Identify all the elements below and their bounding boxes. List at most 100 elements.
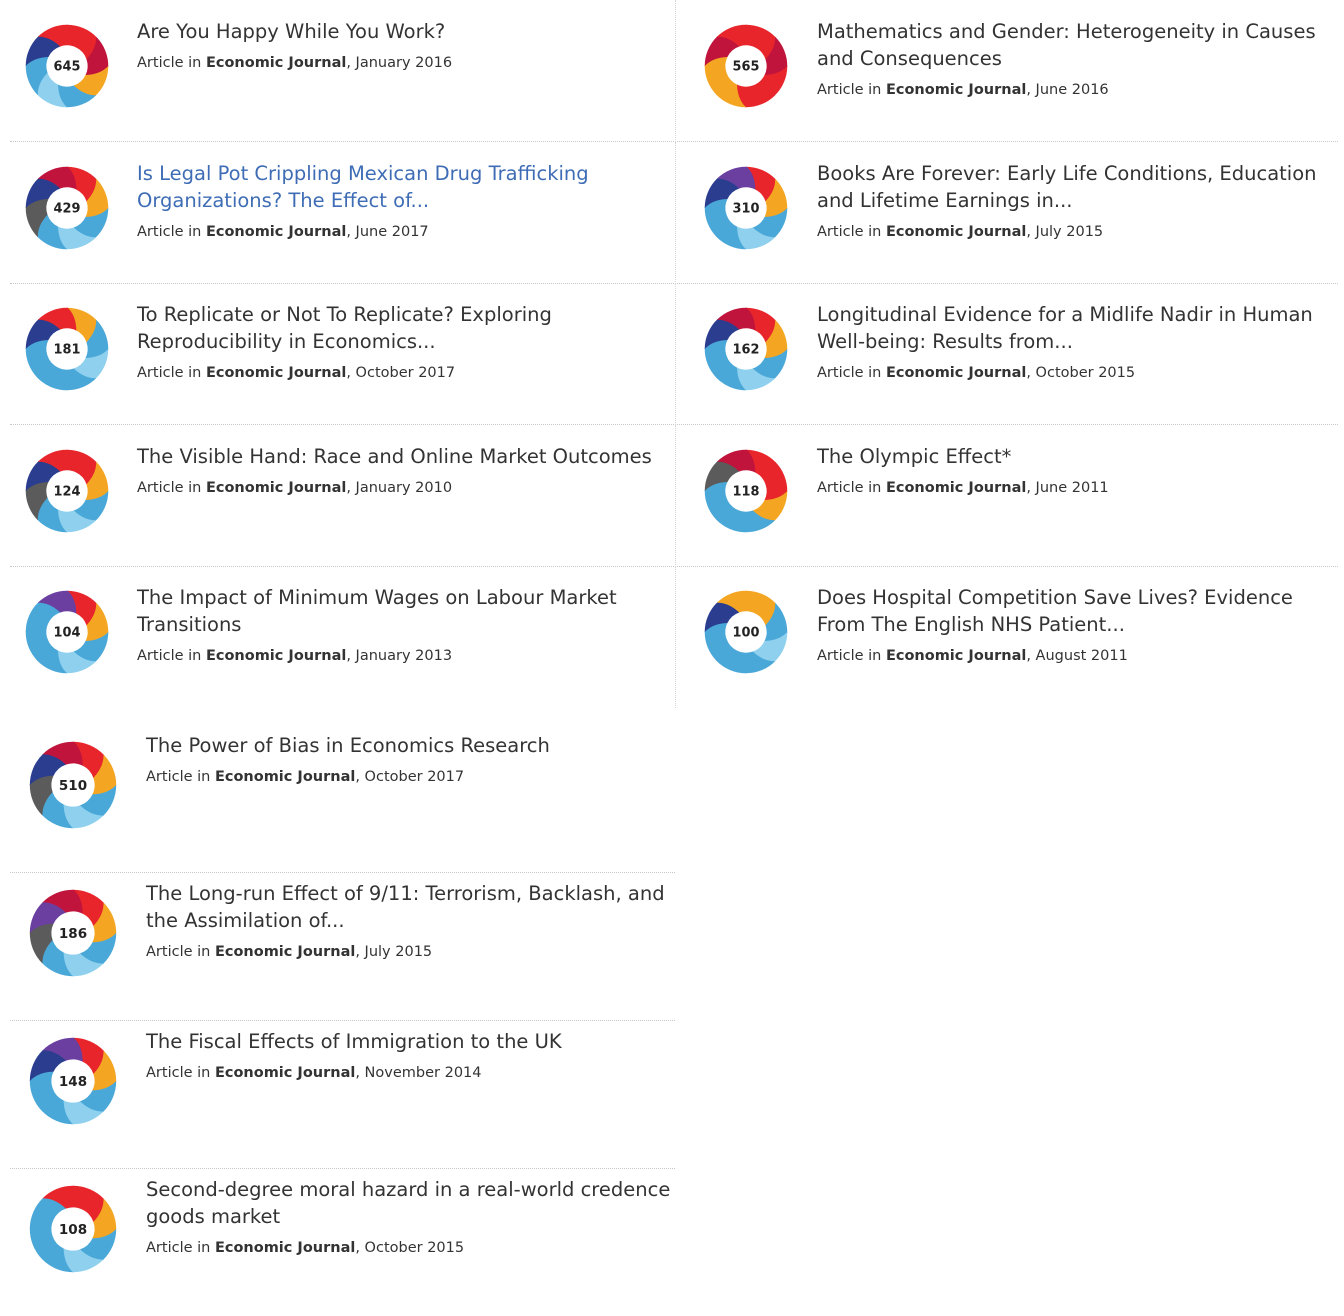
article-title-link[interactable]: Is Legal Pot Crippling Mexican Drug Traf… <box>137 160 667 214</box>
publication-date: , November 2014 <box>355 1065 482 1081</box>
article-title-link[interactable]: The Long-run Effect of 9/11: Terrorism, … <box>146 880 671 934</box>
article-title-link[interactable]: The Power of Bias in Economics Research <box>146 732 671 759</box>
altmetric-badge[interactable]: 118 <box>703 448 789 534</box>
article-text: Mathematics and Gender: Heterogeneity in… <box>817 18 1342 100</box>
article-card[interactable]: 104 The Impact of Minimum Wages on Labour… <box>10 566 674 708</box>
article-meta: Article in Economic Journal, June 2016 <box>817 80 1342 100</box>
altmetric-badge[interactable]: 100 <box>703 589 789 675</box>
article-text: The Olympic Effect* Article in Economic J… <box>817 443 1342 498</box>
article-card[interactable]: 108 Second-degree moral hazard in a real-… <box>10 1168 675 1316</box>
article-title-link[interactable]: To Replicate or Not To Replicate? Explor… <box>137 301 667 355</box>
article-type: Article in <box>137 223 206 240</box>
altmetric-donut-icon[interactable]: 181 <box>24 306 110 392</box>
altmetric-score: 162 <box>733 343 760 358</box>
article-text: To Replicate or Not To Replicate? Explor… <box>137 301 667 383</box>
article-meta: Article in Economic Journal, June 2017 <box>137 222 667 242</box>
altmetric-score: 645 <box>54 60 81 75</box>
article-card[interactable]: 186 The Long-run Effect of 9/11: Terroris… <box>10 872 675 1021</box>
article-title-link[interactable]: Books Are Forever: Early Life Conditions… <box>817 160 1342 214</box>
article-title-link[interactable]: The Olympic Effect* <box>817 443 1342 470</box>
altmetric-donut-icon[interactable]: 108 <box>28 1184 118 1274</box>
altmetric-badge[interactable]: 181 <box>24 306 110 392</box>
article-row: 429 Is Legal Pot Crippling Mexican Drug T… <box>10 141 1342 284</box>
article-type: Article in <box>817 223 886 240</box>
article-type: Article in <box>817 365 886 381</box>
altmetric-donut-icon[interactable]: 645 <box>24 23 110 109</box>
altmetric-donut-icon[interactable]: 162 <box>703 306 789 392</box>
altmetric-score: 148 <box>59 1074 87 1090</box>
article-text: The Impact of Minimum Wages on Labour Ma… <box>137 584 667 666</box>
article-title-link[interactable]: Mathematics and Gender: Heterogeneity in… <box>817 18 1342 72</box>
altmetric-badge[interactable]: 310 <box>703 165 789 251</box>
article-meta: Article in Economic Journal, October 201… <box>146 1238 671 1258</box>
article-title-link[interactable]: Are You Happy While You Work? <box>137 18 667 45</box>
article-card[interactable]: 510 The Power of Bias in Economics Resear… <box>10 724 675 873</box>
article-type: Article in <box>817 82 886 98</box>
publication-date: , January 2013 <box>346 648 453 664</box>
altmetric-donut-icon[interactable]: 565 <box>703 23 789 109</box>
article-type: Article in <box>137 55 206 71</box>
altmetric-donut-icon[interactable]: 100 <box>703 589 789 675</box>
article-text: The Fiscal Effects of Immigration to the… <box>146 1028 671 1083</box>
altmetric-donut-icon[interactable]: 510 <box>28 740 118 830</box>
altmetric-badge[interactable]: 645 <box>24 23 110 109</box>
article-card[interactable]: 181 To Replicate or Not To Replicate? Exp… <box>10 283 674 425</box>
article-card[interactable]: 310 Books Are Forever: Early Life Conditi… <box>675 141 1342 284</box>
altmetric-donut-icon[interactable]: 310 <box>703 165 789 251</box>
article-row: 645 Are You Happy While You Work? Article … <box>10 0 1338 142</box>
journal-name: Economic Journal <box>205 479 347 496</box>
article-type: Article in <box>817 479 886 496</box>
journal-name: Economic Journal <box>214 769 356 785</box>
altmetric-donut-icon[interactable]: 124 <box>24 448 110 534</box>
article-title-link[interactable]: The Fiscal Effects of Immigration to the… <box>146 1028 671 1055</box>
altmetric-badge[interactable]: 108 <box>28 1184 118 1274</box>
article-meta: Article in Economic Journal, June 2011 <box>817 478 1342 498</box>
article-title-link[interactable]: Longitudinal Evidence for a Midlife Nadi… <box>817 301 1342 355</box>
article-card[interactable]: 162 Longitudinal Evidence for a Midlife N… <box>675 283 1340 425</box>
altmetric-score: 310 <box>733 201 760 216</box>
publication-date: , July 2015 <box>1026 223 1104 240</box>
altmetric-badge[interactable]: 186 <box>28 888 118 978</box>
altmetric-badge[interactable]: 510 <box>28 740 118 830</box>
article-card[interactable]: 118 The Olympic Effect* Article in Economi… <box>675 424 1342 567</box>
article-title-link[interactable]: Does Hospital Competition Save Lives? Ev… <box>817 584 1342 638</box>
article-card[interactable]: 565 Mathematics and Gender: Heterogeneity… <box>675 0 1340 142</box>
article-card[interactable]: 148 The Fiscal Effects of Immigration to … <box>10 1020 675 1169</box>
article-card[interactable]: 124 The Visible Hand: Race and Online Mar… <box>10 425 674 567</box>
altmetric-score: 429 <box>54 201 81 216</box>
publication-date: , June 2011 <box>1026 479 1109 496</box>
publication-date: , August 2011 <box>1026 648 1128 664</box>
article-type: Article in <box>146 1065 215 1081</box>
article-title-link[interactable]: The Visible Hand: Race and Online Market… <box>137 443 667 470</box>
article-meta: Article in Economic Journal, November 20… <box>146 1063 671 1083</box>
journal-name: Economic Journal <box>205 55 347 71</box>
publication-date: , June 2016 <box>1026 82 1109 98</box>
article-type: Article in <box>146 944 215 960</box>
altmetric-donut-icon[interactable]: 186 <box>28 888 118 978</box>
journal-name: Economic Journal <box>885 82 1027 98</box>
altmetric-badge[interactable]: 148 <box>28 1036 118 1126</box>
altmetric-badge[interactable]: 104 <box>24 589 110 675</box>
altmetric-badge[interactable]: 124 <box>24 448 110 534</box>
journal-name: Economic Journal <box>205 648 347 664</box>
publication-date: , October 2015 <box>1026 365 1136 381</box>
article-meta: Article in Economic Journal, January 201… <box>137 478 667 498</box>
article-title-link[interactable]: Second-degree moral hazard in a real-wor… <box>146 1176 671 1230</box>
altmetric-donut-icon[interactable]: 104 <box>24 589 110 675</box>
altmetric-score: 181 <box>54 343 81 358</box>
journal-name: Economic Journal <box>205 223 347 240</box>
article-card[interactable]: 100 Does Hospital Competition Save Lives?… <box>675 566 1340 708</box>
altmetric-badge[interactable]: 162 <box>703 306 789 392</box>
publication-date: , January 2010 <box>346 479 453 496</box>
altmetric-donut-icon[interactable]: 118 <box>703 448 789 534</box>
altmetric-donut-icon[interactable]: 148 <box>28 1036 118 1126</box>
article-text: Second-degree moral hazard in a real-wor… <box>146 1176 671 1258</box>
article-title-link[interactable]: The Impact of Minimum Wages on Labour Ma… <box>137 584 667 638</box>
altmetric-badge[interactable]: 429 <box>24 165 110 251</box>
altmetric-badge[interactable]: 565 <box>703 23 789 109</box>
article-card[interactable]: 645 Are You Happy While You Work? Article … <box>10 0 674 142</box>
article-card[interactable]: 429 Is Legal Pot Crippling Mexican Drug T… <box>10 142 674 284</box>
publication-date: , July 2015 <box>355 944 433 960</box>
article-meta: Article in Economic Journal, August 2011 <box>817 646 1342 666</box>
altmetric-donut-icon[interactable]: 429 <box>24 165 110 251</box>
